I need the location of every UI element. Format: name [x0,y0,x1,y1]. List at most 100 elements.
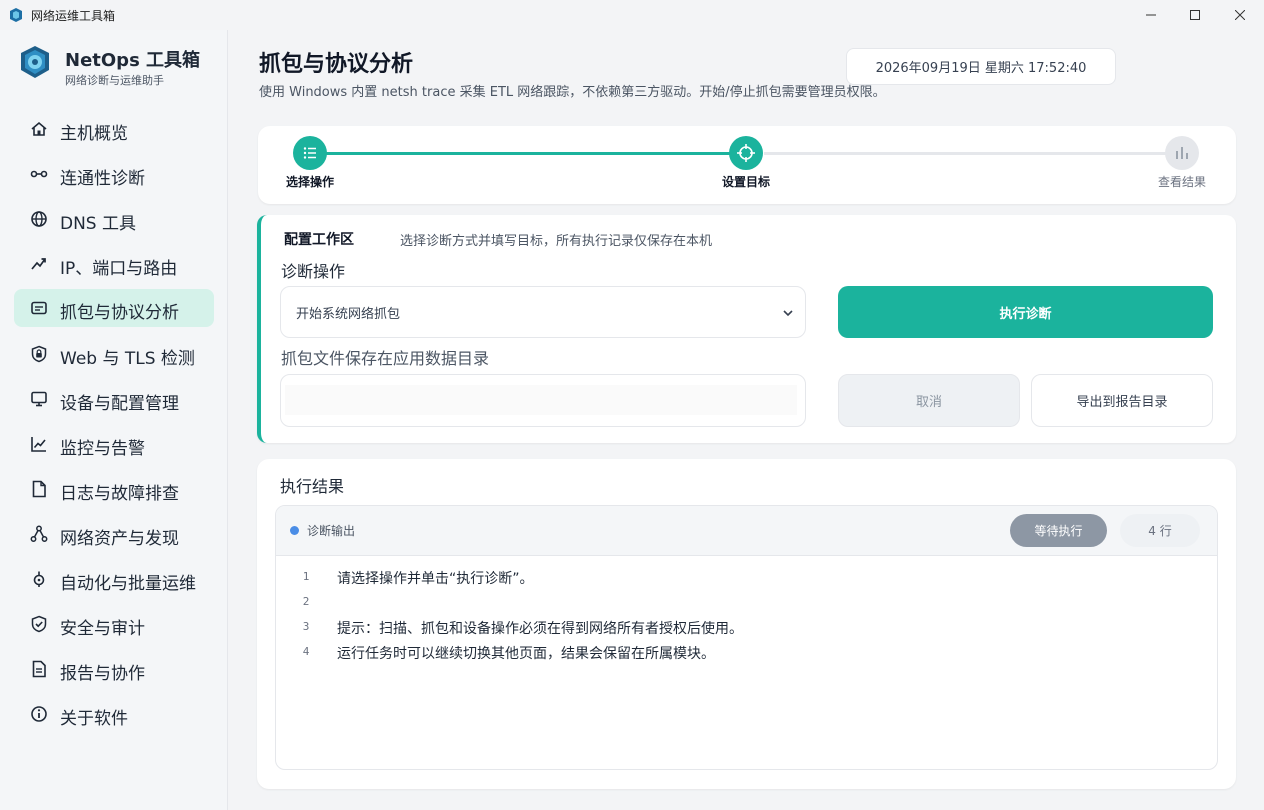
step-progress-line [310,152,746,155]
crosshair-icon [737,144,755,162]
brand-name: NetOps 工具箱 [65,50,201,71]
line-count-badge: 4 行 [1120,514,1200,547]
sidebar-item-dns[interactable]: DNS 工具 [14,200,214,238]
sidebar-item-monitoring[interactable]: 监控与告警 [14,425,214,463]
step-pending-line [764,152,1182,155]
target-input[interactable] [285,385,797,415]
line-chart-icon [31,437,46,452]
output-line: 3 提示：扫描、抓包和设备操作必须在得到网络所有者授权后使用。 [276,616,1217,641]
step-label: 选择操作 [286,175,335,189]
shield-check-icon [31,615,47,633]
sidebar-item-label: IP、端口与路由 [60,259,178,279]
list-icon [303,147,316,159]
step-set-target[interactable] [729,136,763,170]
line-number: 2 [302,595,310,608]
result-card: 执行结果 诊断输出 等待执行 4 行 1 请选择操作并单击“执行诊断”。 2 3… [257,459,1236,789]
sidebar-item-label: 设备与配置管理 [60,394,179,414]
line-text: 运行任务时可以继续切换其他页面，结果会保留在所属模块。 [337,646,715,662]
window-title: 网络运维工具箱 [31,9,116,23]
info-icon [31,706,47,722]
run-diagnosis-button[interactable]: 执行诊断 [838,286,1213,338]
target-input-wrapper [280,374,806,427]
sidebar-item-reports[interactable]: 报告与协作 [14,650,214,688]
operation-label: 诊断操作 [281,262,346,281]
result-title: 执行结果 [280,477,345,496]
sidebar-item-device-config[interactable]: 设备与配置管理 [14,380,214,418]
sidebar-item-label: Web 与 TLS 检测 [60,349,195,369]
sidebar-item-label: 抓包与协议分析 [60,303,179,323]
sidebar-item-about[interactable]: 关于软件 [14,695,214,733]
page-title: 抓包与协议分析 [259,52,414,77]
config-workspace: 配置工作区 选择诊断方式并填写目标，所有执行记录仅保存在本机 诊断操作 开始系统… [257,215,1236,443]
sidebar-item-label: 监控与告警 [60,439,145,459]
line-number: 3 [302,620,310,633]
step-label: 查看结果 [1158,175,1207,189]
datetime-display: 2026年09月19日 星期六 17:52:40 [846,48,1116,85]
stepper: 选择操作 设置目标 查看结果 [258,126,1236,204]
operation-select-value: 开始系统网络抓包 [296,307,401,322]
sidebar-item-label: 日志与故障排查 [60,484,179,504]
lock-shield-icon [31,345,47,363]
line-number: 1 [302,570,310,583]
maximize-button[interactable] [1172,0,1218,30]
link-icon [30,170,48,178]
status-dot-icon [290,526,299,535]
sidebar-item-label: 连通性诊断 [60,169,145,189]
app-icon [10,8,22,22]
status-badge: 等待执行 [1010,514,1107,547]
sidebar: NetOps 工具箱 网络诊断与运维助手 主机概览 连通性诊断 DNS 工具 I… [0,30,228,810]
output-panel[interactable]: 诊断输出 等待执行 4 行 1 请选择操作并单击“执行诊断”。 2 3 提示：扫… [275,505,1218,770]
sidebar-item-host-overview[interactable]: 主机概览 [14,110,214,148]
sidebar-item-asset-discovery[interactable]: 网络资产与发现 [14,515,214,553]
sidebar-item-security-audit[interactable]: 安全与审计 [14,605,214,643]
sidebar-item-label: 安全与审计 [60,619,145,639]
sidebar-item-packet-analysis[interactable]: 抓包与协议分析 [14,289,214,327]
output-line: 4 运行任务时可以继续切换其他页面，结果会保留在所属模块。 [276,641,1217,666]
output-line: 1 请选择操作并单击“执行诊断”。 [276,566,1217,591]
output-line: 2 [276,591,1217,616]
bar-chart-icon [1176,147,1188,159]
minimize-button[interactable] [1128,0,1174,30]
close-button[interactable] [1217,0,1263,30]
home-icon [31,121,47,136]
route-icon [31,258,46,270]
maximize-icon [1190,10,1200,20]
document-icon [32,480,46,498]
step-view-result[interactable] [1165,136,1199,170]
line-text: 提示：扫描、抓包和设备操作必须在得到网络所有者授权后使用。 [337,621,743,637]
close-icon [1235,10,1245,20]
page-description: 使用 Windows 内置 netsh trace 采集 ETL 网络跟踪，不依… [259,85,886,100]
sidebar-item-label: DNS 工具 [60,214,137,234]
sidebar-item-web-tls[interactable]: Web 与 TLS 检测 [14,335,214,373]
line-number: 4 [302,645,310,658]
step-label: 设置目标 [722,175,771,189]
sidebar-item-logs[interactable]: 日志与故障排查 [14,470,214,508]
sidebar-item-label: 报告与协作 [60,664,145,684]
step-select-operation[interactable] [293,136,327,170]
sidebar-item-automation[interactable]: 自动化与批量运维 [14,560,214,598]
title-bar: 网络运维工具箱 [0,0,1264,30]
minimize-icon [1146,14,1156,16]
target-label: 抓包文件保存在应用数据目录 [281,349,490,368]
network-nodes-icon [30,525,48,542]
line-text: 请选择操作并单击“执行诊断”。 [337,571,534,587]
sidebar-item-label: 网络资产与发现 [60,529,179,549]
sidebar-item-label: 主机概览 [60,124,128,144]
packet-icon [31,301,47,315]
chevron-down-icon [783,310,793,317]
operation-select[interactable]: 开始系统网络抓包 [280,286,806,338]
sidebar-item-ip-port-route[interactable]: IP、端口与路由 [14,245,214,283]
sidebar-item-label: 关于软件 [60,709,128,729]
export-report-button[interactable]: 导出到报告目录 [1031,374,1213,427]
sidebar-item-connectivity[interactable]: 连通性诊断 [14,155,214,193]
sidebar-item-label: 自动化与批量运维 [60,574,196,594]
config-hint: 选择诊断方式并填写目标，所有执行记录仅保存在本机 [400,234,713,249]
output-label: 诊断输出 [307,524,356,538]
output-header: 诊断输出 等待执行 4 行 [276,506,1217,556]
brand-subtitle: 网络诊断与运维助手 [65,74,164,87]
automation-icon [33,571,45,587]
globe-icon [31,211,47,227]
cancel-button[interactable]: 取消 [838,374,1020,427]
config-title: 配置工作区 [284,232,354,248]
report-icon [32,660,46,678]
